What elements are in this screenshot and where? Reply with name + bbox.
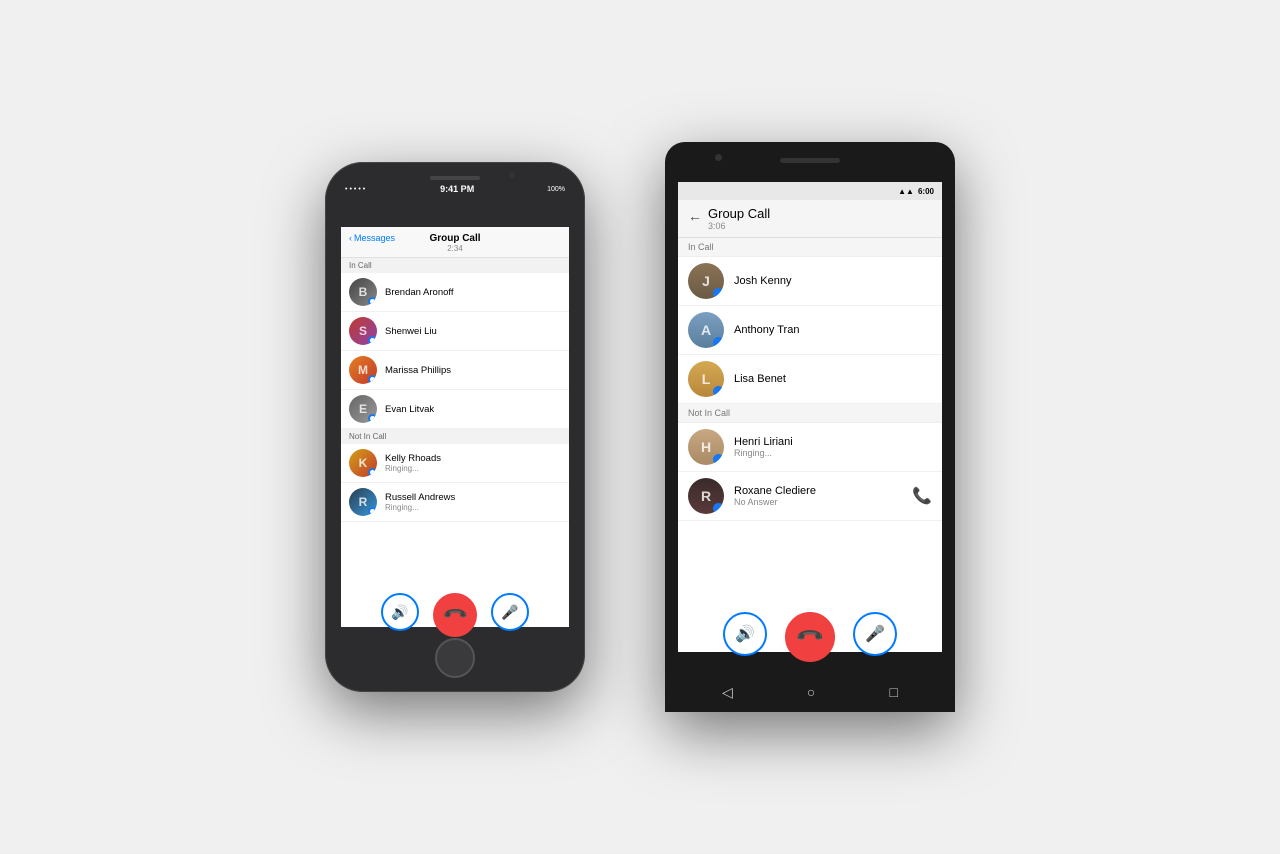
android-call-controls: 🔊 📞 🎤	[665, 612, 955, 662]
avatar: M	[349, 356, 377, 384]
list-item: B Brendan Aronoff	[341, 273, 569, 312]
android-back-button[interactable]: ←	[688, 208, 702, 224]
android-camera	[715, 154, 722, 161]
messenger-badge	[368, 507, 377, 516]
contact-name: Marissa Phillips	[385, 365, 451, 376]
messenger-badge	[368, 336, 377, 345]
iphone-screen: ‹ Messages Group Call 2:34 In Call B Bre…	[341, 227, 569, 627]
list-item: R Roxane Clediere No Answer 📞	[678, 472, 942, 521]
iphone-camera	[509, 172, 515, 178]
avatar: K	[349, 449, 377, 477]
iphone-status-bar: ••••• 9:41 PM 100%	[325, 184, 585, 194]
chevron-left-icon: ‹	[349, 233, 352, 243]
contact-name: Shenwei Liu	[385, 326, 437, 337]
in-call-section-header: In Call	[341, 258, 569, 273]
list-item: H Henri Liriani Ringing...	[678, 423, 942, 472]
contact-name: Russell Andrews	[385, 492, 455, 503]
android-speaker-button[interactable]: 🔊	[723, 612, 767, 656]
call-back-icon[interactable]: 📞	[912, 486, 932, 506]
contact-name: Roxane Clediere	[734, 485, 816, 497]
end-call-button[interactable]: 📞	[424, 584, 486, 646]
list-item: L Lisa Benet	[678, 355, 942, 404]
list-item: R Russell Andrews Ringing...	[341, 483, 569, 522]
avatar: S	[349, 317, 377, 345]
avatar: J	[688, 263, 724, 299]
mute-button[interactable]: 🎤	[491, 593, 529, 631]
contact-name: Kelly Rhoads	[385, 453, 441, 464]
android-status-bar: ▲▲ 6:00	[678, 182, 942, 200]
contact-name: Lisa Benet	[734, 373, 786, 385]
list-item: S Shenwei Liu	[341, 312, 569, 351]
android-nav-title: Group Call	[708, 206, 770, 221]
ios-nav-subtitle: 2:34	[351, 244, 559, 253]
messenger-badge	[713, 503, 724, 514]
ios-nav-bar: ‹ Messages Group Call 2:34	[341, 227, 569, 258]
messenger-badge	[713, 337, 724, 348]
ios-call-controls: 🔊 📞 🎤	[325, 593, 585, 637]
android-home-button[interactable]: ○	[807, 684, 815, 700]
android-time: 6:00	[918, 187, 934, 196]
messenger-badge	[713, 386, 724, 397]
iphone-time: 9:41 PM	[440, 184, 474, 194]
contact-name: Anthony Tran	[734, 324, 799, 336]
android-not-in-call-header: Not In Call	[678, 404, 942, 423]
avatar: L	[688, 361, 724, 397]
messenger-badge	[713, 288, 724, 299]
avatar: B	[349, 278, 377, 306]
android-end-call-button[interactable]: 📞	[775, 602, 846, 673]
contact-status: Ringing...	[385, 503, 455, 512]
android-back-nav-button[interactable]: ◁	[722, 684, 733, 701]
contact-name: Evan Litvak	[385, 404, 434, 415]
contact-status: No Answer	[734, 497, 816, 507]
avatar: R	[349, 488, 377, 516]
android-mute-button[interactable]: 🎤	[853, 612, 897, 656]
iphone-device: ••••• 9:41 PM 100% ‹ Messages Group Call…	[325, 162, 585, 692]
contact-name: Josh Kenny	[734, 275, 791, 287]
android-device: ▲▲ 6:00 ← Group Call 3:06 In Call J Josh…	[665, 142, 955, 712]
messenger-badge	[368, 468, 377, 477]
list-item: K Kelly Rhoads Ringing...	[341, 444, 569, 483]
messenger-badge	[368, 414, 377, 423]
contact-name: Henri Liriani	[734, 436, 793, 448]
android-screen: ▲▲ 6:00 ← Group Call 3:06 In Call J Josh…	[678, 182, 942, 652]
home-button[interactable]	[435, 638, 475, 678]
not-in-call-section-header: Not In Call	[341, 429, 569, 444]
list-item: J Josh Kenny	[678, 257, 942, 306]
android-speaker	[780, 158, 840, 163]
avatar: E	[349, 395, 377, 423]
signal-dots: •••••	[345, 186, 367, 193]
ios-back-button[interactable]: ‹ Messages	[349, 233, 395, 243]
android-toolbar: ← Group Call 3:06	[678, 200, 942, 238]
avatar: R	[688, 478, 724, 514]
contact-status: Ringing...	[385, 464, 441, 473]
list-item: M Marissa Phillips	[341, 351, 569, 390]
battery-icon: 100%	[547, 186, 565, 193]
list-item: E Evan Litvak	[341, 390, 569, 429]
android-in-call-header: In Call	[678, 238, 942, 257]
contact-name: Brendan Aronoff	[385, 287, 454, 298]
messenger-badge	[713, 454, 724, 465]
avatar: A	[688, 312, 724, 348]
speaker-button[interactable]: 🔊	[381, 593, 419, 631]
signal-icon: ▲▲	[898, 187, 914, 196]
messenger-badge	[368, 297, 377, 306]
list-item: A Anthony Tran	[678, 306, 942, 355]
android-recents-button[interactable]: □	[889, 684, 897, 700]
android-nav-subtitle: 3:06	[708, 221, 770, 231]
contact-status: Ringing...	[734, 448, 793, 458]
avatar: H	[688, 429, 724, 465]
back-label: Messages	[354, 233, 395, 243]
iphone-speaker	[430, 176, 480, 180]
android-nav-bar: ◁ ○ □	[665, 672, 955, 712]
messenger-badge	[368, 375, 377, 384]
